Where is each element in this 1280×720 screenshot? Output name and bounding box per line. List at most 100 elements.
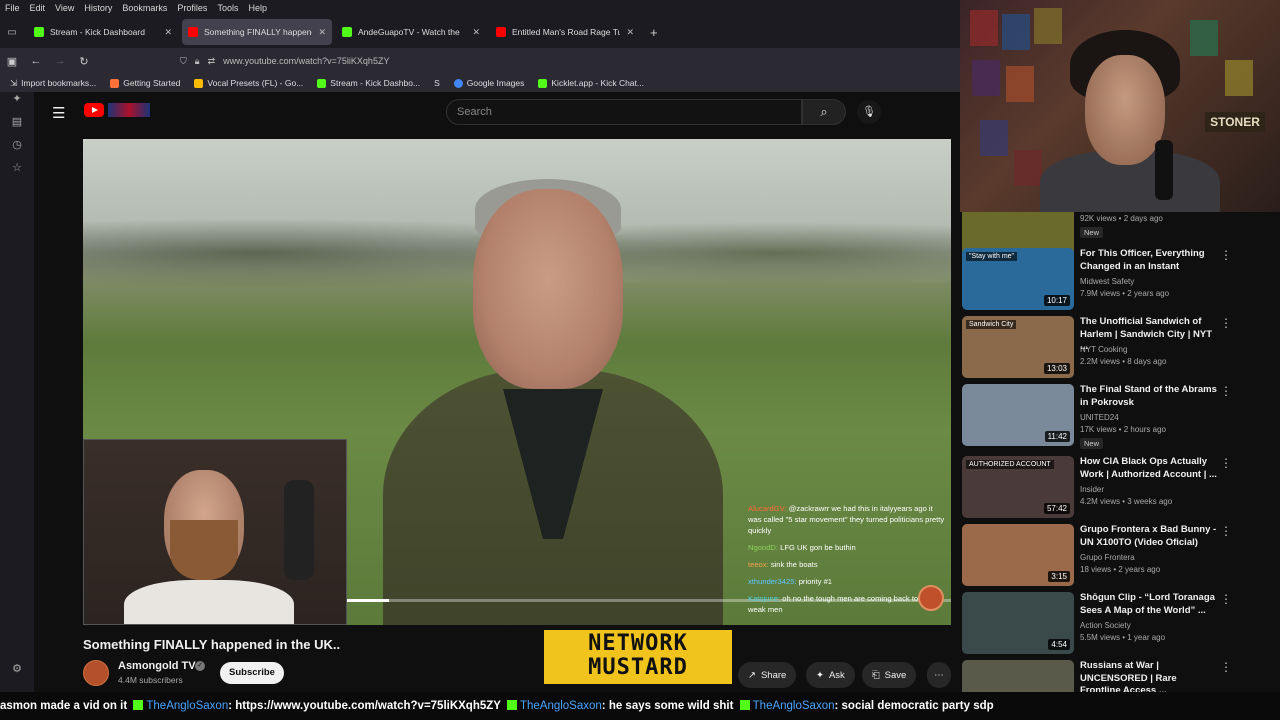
rec-title[interactable]: The Final Stand of the Abrams in Pokrovs…: [1080, 384, 1218, 409]
more-options-icon[interactable]: ⋮: [1220, 384, 1232, 398]
kick-icon: [506, 700, 517, 710]
rec-video-item[interactable]: 4:54 Shōgun Clip - “Lord Toranaga Sees A …: [962, 592, 1278, 658]
close-tab-icon[interactable]: ✕: [164, 27, 172, 38]
menu-bookmarks[interactable]: Bookmarks: [117, 3, 172, 13]
tab-list-icon[interactable]: ▭: [0, 27, 24, 38]
bookmark-kick-dashboard[interactable]: Stream - Kick Dashbo...: [317, 78, 420, 88]
save-button[interactable]: ⎗ Save: [862, 662, 917, 688]
channel-name[interactable]: Asmongold TV: [118, 660, 196, 672]
flag-doodle: [108, 103, 150, 117]
bookmark-vocal-presets[interactable]: Vocal Presets (FL) - Go...: [194, 78, 303, 88]
rec-thumbnail[interactable]: 11:42: [962, 384, 1074, 446]
chat-message: teeox: sink the boats: [748, 560, 818, 569]
rec-thumbnail[interactable]: Sandwich City 13:03: [962, 316, 1074, 378]
youtube-favicon-icon: [496, 27, 506, 37]
ai-sparkle-icon[interactable]: ✦: [0, 92, 34, 115]
rec-channel[interactable]: Insider: [1080, 485, 1104, 494]
rec-thumbnail[interactable]: "Stay with me" 10:17: [962, 248, 1074, 310]
rec-channel[interactable]: Action Society: [1080, 621, 1131, 630]
rec-channel[interactable]: Grupo Frontera: [1080, 553, 1135, 562]
menu-history[interactable]: History: [79, 3, 117, 13]
streamer-microphone: [1155, 140, 1173, 200]
forward-icon[interactable]: →: [48, 55, 72, 67]
menu-view[interactable]: View: [50, 3, 79, 13]
hamburger-menu-icon[interactable]: ☰: [52, 104, 65, 122]
url-text[interactable]: www.youtube.com/watch?v=75liKXqh5ZY: [223, 56, 389, 66]
more-options-icon[interactable]: ⋮: [1220, 524, 1232, 538]
rec-meta: 7.9M views • 2 years ago: [1080, 289, 1170, 298]
close-tab-icon[interactable]: ✕: [318, 27, 326, 38]
rec-video-item[interactable]: AUTHORIZED ACCOUNT 57:42 How CIA Black Ops…: [962, 456, 1278, 522]
synced-tabs-icon[interactable]: ▤: [0, 115, 34, 138]
chat-ticker: asmon made a vid on it TheAngloSaxon: ht…: [0, 692, 1280, 720]
search-button[interactable]: ⌕: [802, 99, 846, 125]
settings-icon[interactable]: ⚙: [0, 662, 34, 685]
sidebar-toggle-icon[interactable]: ▣: [0, 55, 24, 68]
share-button[interactable]: ↗ Share: [738, 662, 797, 688]
search-input[interactable]: Search: [446, 99, 802, 125]
rec-title[interactable]: Russians at War | UNCENSORED | Rare Fron…: [1080, 660, 1218, 692]
import-icon: ⇲: [10, 77, 18, 88]
voice-search-button[interactable]: 🎙︎: [857, 100, 881, 124]
rec-channel[interactable]: UNITED24: [1080, 413, 1119, 422]
rec-title[interactable]: Shōgun Clip - “Lord Toranaga Sees A Map …: [1080, 592, 1218, 617]
more-actions-button[interactable]: ⋯: [927, 662, 951, 688]
rec-meta: 5.5M views • 1 year ago: [1080, 633, 1166, 642]
more-options-icon[interactable]: ⋮: [1220, 248, 1232, 262]
tab-kick-dashboard[interactable]: Stream - Kick Dashboard ✕: [28, 19, 178, 45]
rec-video-item[interactable]: Sandwich City 13:03 The Unofficial Sandwic…: [962, 316, 1278, 382]
more-options-icon[interactable]: ⋮: [1220, 592, 1232, 606]
wall-poster: [970, 10, 998, 46]
rec-thumbnail[interactable]: 4:54: [962, 592, 1074, 654]
more-options-icon[interactable]: ⋮: [1220, 456, 1232, 470]
rec-video-item[interactable]: Russians at War | UNCENSORED | Rare Fron…: [962, 660, 1278, 692]
tab-road-rage[interactable]: Entitled Man's Road Rage Turns✕: [490, 19, 640, 45]
rec-title[interactable]: For This Officer, Everything Changed in …: [1080, 248, 1218, 273]
rec-video-item[interactable]: 11:42 The Final Stand of the Abrams in Po…: [962, 384, 1278, 450]
menu-file[interactable]: File: [0, 3, 25, 13]
rec-channel[interactable]: Midwest Safety: [1080, 277, 1134, 286]
rec-video-item[interactable]: 3:15 Grupo Frontera x Bad Bunny - UN X100…: [962, 524, 1278, 590]
video-player[interactable]: AlucardGV: @zackrawrr we had this in ita…: [83, 139, 951, 625]
menu-help[interactable]: Help: [243, 3, 272, 13]
close-tab-icon[interactable]: ✕: [626, 27, 634, 38]
search-icon: ⌕: [820, 104, 828, 119]
more-options-icon[interactable]: ⋮: [1220, 316, 1232, 330]
rec-title[interactable]: How CIA Black Ops Actually Work | Author…: [1080, 456, 1218, 481]
chat-avatar: [918, 585, 944, 611]
rec-channel[interactable]: NYT Cooking: [1080, 345, 1127, 354]
menu-tools[interactable]: Tools: [212, 3, 243, 13]
bookmark-getting-started[interactable]: Getting Started: [110, 78, 180, 88]
address-bar[interactable]: ⛉ 🔒︎ ⇄ www.youtube.com/watch?v=75liKXqh5…: [180, 51, 940, 71]
tab-andeguapo[interactable]: AndeGuapoTV - Watch the ✕: [336, 19, 486, 45]
overlay-line-2: MUSTARD: [588, 655, 688, 680]
bookmarks-icon[interactable]: ☆: [0, 161, 34, 184]
bookmark-import[interactable]: ⇲ Import bookmarks...: [10, 78, 96, 89]
history-icon[interactable]: ◷: [0, 138, 34, 161]
menu-bar: File Edit View History Bookmarks Profile…: [0, 0, 960, 16]
video-title: Something FINALLY happened in the UK..: [83, 637, 341, 652]
bookmark-s[interactable]: S: [434, 78, 440, 88]
rec-video-item[interactable]: "Stay with me" 10:17 For This Officer, Eve…: [962, 248, 1278, 314]
new-tab-icon[interactable]: +: [650, 25, 658, 40]
ask-button[interactable]: ✦ Ask: [806, 662, 855, 688]
back-icon[interactable]: ←: [24, 55, 48, 67]
more-options-icon[interactable]: ⋮: [1220, 660, 1232, 674]
tab-youtube-video[interactable]: Something FINALLY happened ✕: [182, 19, 332, 45]
rec-thumbnail[interactable]: [962, 660, 1074, 692]
youtube-logo[interactable]: [84, 103, 104, 117]
menu-profiles[interactable]: Profiles: [172, 3, 212, 13]
rec-thumbnail[interactable]: 3:15: [962, 524, 1074, 586]
bookmark-kicklet[interactable]: Kicklet.app - Kick Chat...: [538, 78, 644, 88]
bookmark-google-images[interactable]: Google Images: [453, 78, 524, 88]
wall-poster: [1225, 60, 1253, 96]
close-tab-icon[interactable]: ✕: [472, 27, 480, 38]
youtube-header: ☰ Search ⌕ 🎙︎: [34, 92, 960, 132]
nav-bar: ▣ ← → ↻ ⛉ 🔒︎ ⇄ www.youtube.com/watch?v=7…: [0, 48, 960, 74]
reload-icon[interactable]: ↻: [72, 55, 96, 68]
menu-edit[interactable]: Edit: [25, 3, 51, 13]
subscribe-button[interactable]: Subscribe: [220, 662, 284, 684]
rec-title[interactable]: Grupo Frontera x Bad Bunny - UN X100TO (…: [1080, 524, 1218, 549]
channel-avatar[interactable]: [83, 660, 109, 686]
rec-thumbnail[interactable]: AUTHORIZED ACCOUNT 57:42: [962, 456, 1074, 518]
